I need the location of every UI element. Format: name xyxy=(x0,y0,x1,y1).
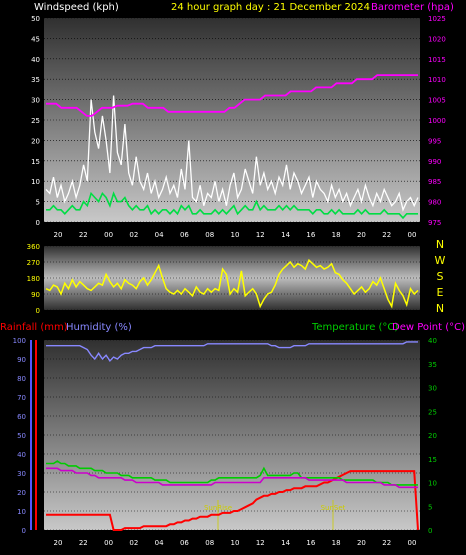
x-tick-label: 04 xyxy=(155,231,164,239)
x-tick-label: 16 xyxy=(306,539,315,547)
wind-tick-label: 40 xyxy=(31,56,40,64)
x-tick-label: 00 xyxy=(408,231,417,239)
direction-tick-label: 0 xyxy=(36,307,40,315)
x-tick-label: 18 xyxy=(332,231,341,239)
direction-tick-label: 360 xyxy=(27,243,40,251)
x-tick-label: 14 xyxy=(281,539,290,547)
wind-tick-label: 35 xyxy=(31,76,40,84)
temperature-tick-label: 0 xyxy=(428,527,432,535)
humidity-tick-label: 10 xyxy=(17,508,26,516)
barometer-tick-label: 1010 xyxy=(428,76,446,84)
direction-panel-bg xyxy=(44,246,420,310)
x-tick-label: 08 xyxy=(205,539,214,547)
x-tick-label: 12 xyxy=(256,539,265,547)
humidity-tick-label: 100 xyxy=(13,337,26,345)
dewpoint-axis-label: Dew Point (°C) xyxy=(392,322,465,333)
barometer-tick-label: 1025 xyxy=(428,15,446,23)
compass-label: S xyxy=(437,270,444,283)
x-tick-label: 22 xyxy=(382,539,391,547)
x-tick-label: 20 xyxy=(54,539,63,547)
barometer-tick-label: 1020 xyxy=(428,35,446,43)
humidity-tick-label: 40 xyxy=(17,451,26,459)
temperature-tick-label: 20 xyxy=(428,432,437,440)
barometer-axis-label: Barometer (hpa) xyxy=(371,2,454,13)
direction-tick-label: 90 xyxy=(31,291,40,299)
x-tick-label: 16 xyxy=(306,231,315,239)
x-tick-label: 22 xyxy=(382,231,391,239)
x-tick-label: 14 xyxy=(281,231,290,239)
sun-marker-label: SunSet xyxy=(321,504,346,512)
temperature-tick-label: 25 xyxy=(428,408,437,416)
x-tick-label: 10 xyxy=(231,539,240,547)
wind-tick-label: 20 xyxy=(31,137,40,145)
x-tick-label: 20 xyxy=(54,231,63,239)
wind-tick-label: 10 xyxy=(31,178,40,186)
wind-axis-label: Windspeed (kph) xyxy=(34,2,119,13)
compass-label: N xyxy=(436,238,444,251)
temperature-tick-label: 15 xyxy=(428,456,437,464)
humidity-tick-label: 60 xyxy=(17,413,26,421)
temperature-tick-label: 30 xyxy=(428,385,437,393)
x-tick-label: 20 xyxy=(357,231,366,239)
wind-tick-label: 0 xyxy=(36,219,40,227)
barometer-tick-label: 1015 xyxy=(428,56,446,64)
humidity-tick-label: 50 xyxy=(17,432,26,440)
temperature-axis-label: Temperature (°C) xyxy=(311,322,398,333)
x-tick-label: 06 xyxy=(180,539,189,547)
humidity-tick-label: 0 xyxy=(22,527,26,535)
wind-tick-label: 50 xyxy=(31,15,40,23)
humidity-tick-label: 30 xyxy=(17,470,26,478)
x-tick-label: 06 xyxy=(180,231,189,239)
compass-label: E xyxy=(437,286,444,299)
page-title: 24 hour graph day : 21 December 2024 xyxy=(171,2,370,13)
wind-tick-label: 30 xyxy=(31,97,40,105)
temperature-tick-label: 10 xyxy=(428,480,437,488)
compass-label: W xyxy=(435,254,446,267)
temperature-tick-label: 5 xyxy=(428,503,432,511)
humidity-axis-label: Humidity (%) xyxy=(66,322,132,333)
wind-tick-label: 15 xyxy=(31,158,40,166)
humidity-tick-label: 70 xyxy=(17,394,26,402)
x-tick-label: 10 xyxy=(231,231,240,239)
sun-marker-label: SunRise xyxy=(204,504,232,512)
barometer-tick-label: 975 xyxy=(428,219,441,227)
x-tick-label: 02 xyxy=(129,231,138,239)
climate-panel-bg xyxy=(44,340,420,530)
x-tick-label: 12 xyxy=(256,231,265,239)
compass-label: N xyxy=(436,302,444,315)
barometer-tick-label: 1005 xyxy=(428,97,446,105)
wind-tick-label: 5 xyxy=(36,199,40,207)
barometer-tick-label: 995 xyxy=(428,137,441,145)
humidity-tick-label: 80 xyxy=(17,375,26,383)
x-tick-label: 00 xyxy=(104,231,113,239)
rainfall-axis-label: Rainfall (mm) xyxy=(0,322,68,333)
barometer-tick-label: 980 xyxy=(428,199,441,207)
humidity-tick-label: 90 xyxy=(17,356,26,364)
direction-tick-label: 270 xyxy=(27,259,40,267)
x-tick-label: 20 xyxy=(357,539,366,547)
temperature-tick-label: 40 xyxy=(428,337,437,345)
barometer-tick-label: 1000 xyxy=(428,117,446,125)
direction-tick-label: 180 xyxy=(27,275,40,283)
x-tick-label: 04 xyxy=(155,539,164,547)
weather-graph: Windspeed (kph) 24 hour graph day : 21 D… xyxy=(0,2,465,547)
x-tick-label: 02 xyxy=(129,539,138,547)
x-tick-label: 18 xyxy=(332,539,341,547)
wind-tick-label: 45 xyxy=(31,35,40,43)
x-tick-label: 00 xyxy=(104,539,113,547)
x-tick-label: 00 xyxy=(408,539,417,547)
barometer-tick-label: 990 xyxy=(428,158,441,166)
x-tick-label: 22 xyxy=(79,539,88,547)
temperature-tick-label: 35 xyxy=(428,361,437,369)
wind-tick-label: 25 xyxy=(31,117,40,125)
barometer-tick-label: 985 xyxy=(428,178,441,186)
x-tick-label: 22 xyxy=(79,231,88,239)
humidity-tick-label: 20 xyxy=(17,489,26,497)
x-tick-label: 08 xyxy=(205,231,214,239)
